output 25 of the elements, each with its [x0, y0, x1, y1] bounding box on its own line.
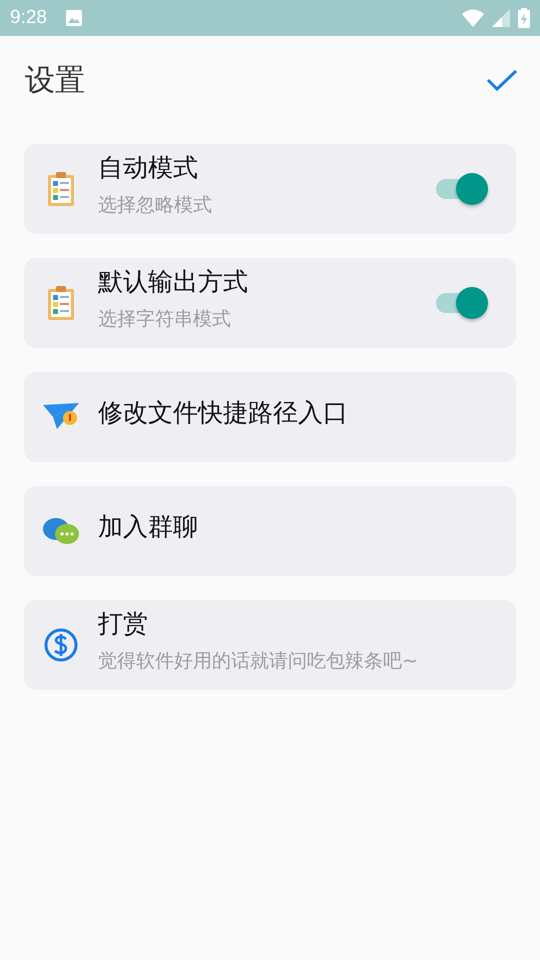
- dollar-icon: [42, 628, 80, 662]
- item-subtitle: 选择忽略模式: [98, 193, 213, 217]
- toggle-switch[interactable]: [436, 286, 488, 320]
- status-time: 9:28: [10, 7, 47, 29]
- image-icon: [64, 9, 83, 27]
- item-subtitle: 觉得软件好用的话就请问吃包辣条吧~: [98, 649, 419, 673]
- chat-bubbles-icon: [42, 516, 80, 546]
- item-title: 修改文件快捷路径入口: [98, 398, 349, 428]
- settings-card[interactable]: 默认输出方式 选择字符串模式: [24, 258, 516, 348]
- checkmark-icon[interactable]: [486, 68, 518, 92]
- signal-icon: [492, 9, 510, 27]
- item-title: 加入群聊: [98, 512, 199, 542]
- toggle-switch[interactable]: [436, 172, 488, 206]
- wifi-icon: [462, 9, 484, 27]
- paper-plane-icon: [42, 403, 80, 431]
- item-title: 自动模式: [98, 153, 199, 183]
- settings-card[interactable]: 修改文件快捷路径入口: [24, 372, 516, 462]
- item-title: 默认输出方式: [98, 267, 249, 297]
- battery-icon: [518, 8, 530, 28]
- item-title: 打赏: [98, 609, 149, 639]
- settings-card[interactable]: 打赏 觉得软件好用的话就请问吃包辣条吧~: [24, 600, 516, 690]
- settings-card[interactable]: 自动模式 选择忽略模式: [24, 144, 516, 234]
- page-title: 设置: [25, 62, 86, 100]
- item-subtitle: 选择字符串模式: [98, 307, 232, 331]
- settings-card[interactable]: 加入群聊: [24, 486, 516, 576]
